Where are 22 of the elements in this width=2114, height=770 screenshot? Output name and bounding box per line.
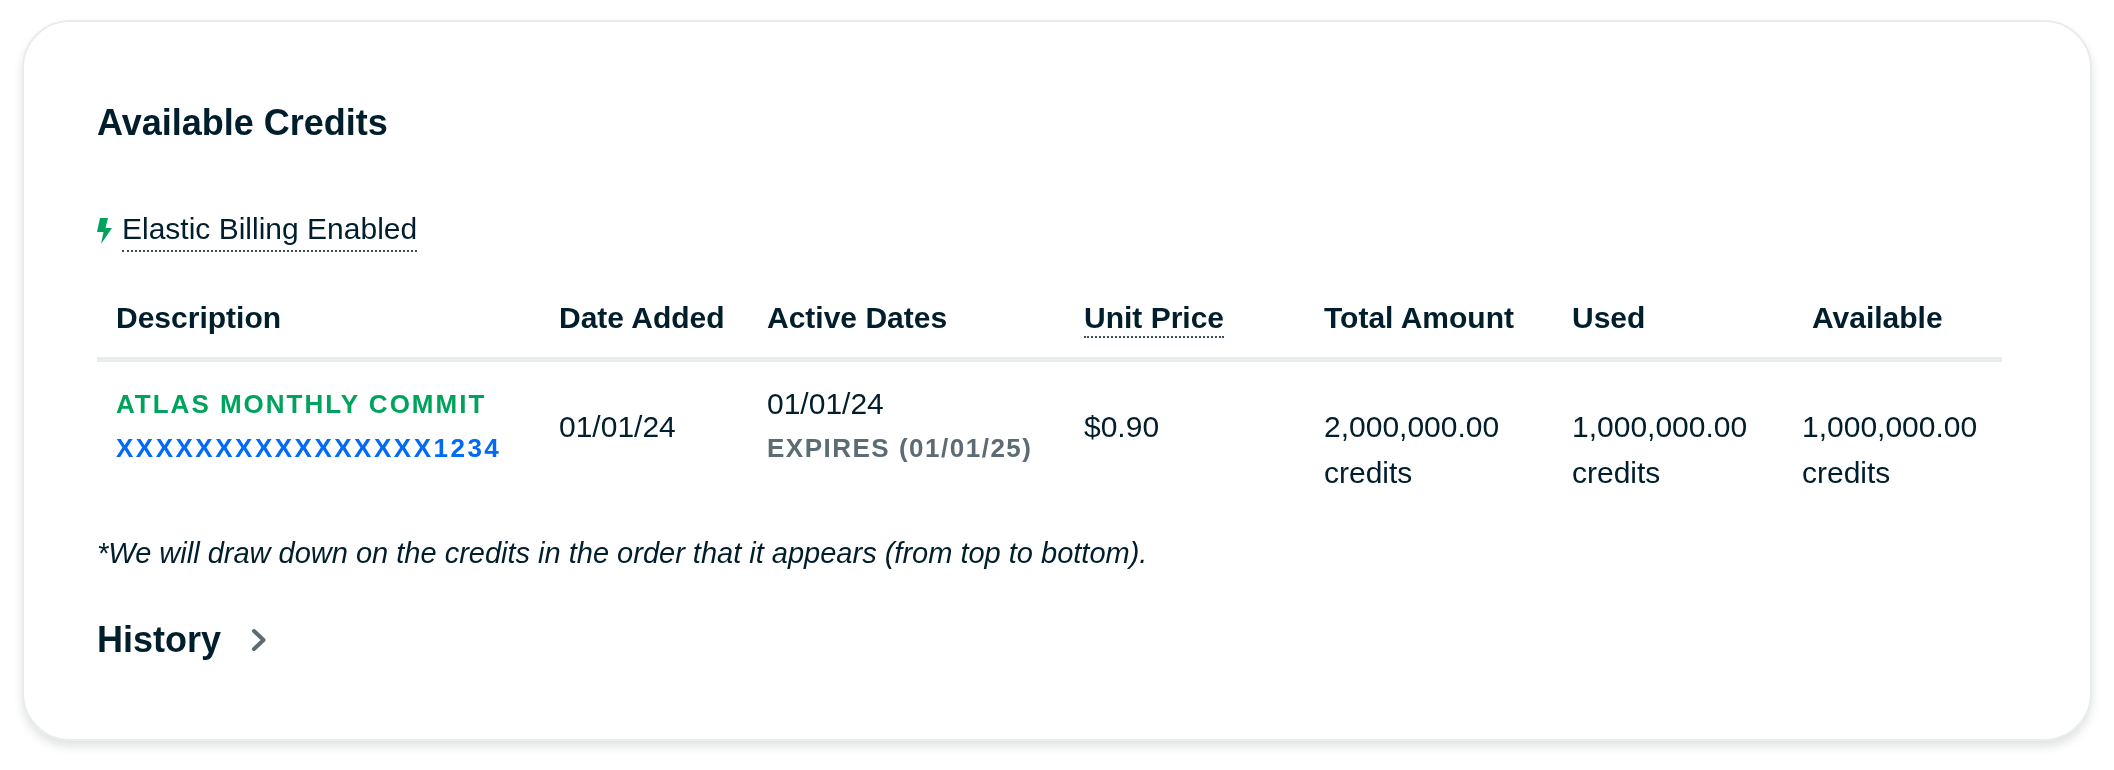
column-header: Used	[1572, 300, 1646, 336]
column-header: Unit Price	[1084, 300, 1225, 338]
plan-name: ATLAS MONTHLY COMMIT	[116, 388, 487, 421]
column-header: Active Dates	[767, 300, 948, 336]
column-header: Available	[1812, 300, 1943, 336]
footnote-text: *We will draw down on the credits in the order that it appears (from top to bottom).	[97, 536, 1148, 571]
masked-number-link[interactable]: XXXXXXXXXXXXXXXX1234	[116, 426, 502, 470]
table-cell: 1,000,000.00 credits	[1572, 410, 1748, 489]
table-cell: 1,000,000.00 credits	[1802, 410, 1978, 489]
column-header: Total Amount	[1324, 300, 1514, 336]
expiry-date: EXPIRES (01/01/25)	[767, 432, 1033, 465]
table-cell: 2,000,000.00 credits	[1324, 410, 1500, 489]
card-title: Available Credits	[97, 101, 388, 145]
column-header: Description	[116, 300, 282, 336]
table-cell: 01/01/24	[559, 410, 676, 443]
chevron-right-icon	[251, 628, 268, 652]
lightning-bolt-icon	[97, 218, 112, 244]
column-header: Date Added	[559, 300, 725, 336]
elastic-billing-label: Elastic Billing Enabled	[122, 211, 418, 252]
history-link[interactable]: History	[97, 618, 268, 662]
start-date: 01/01/24	[767, 386, 884, 422]
table-cell: $0.90	[1084, 410, 1160, 443]
